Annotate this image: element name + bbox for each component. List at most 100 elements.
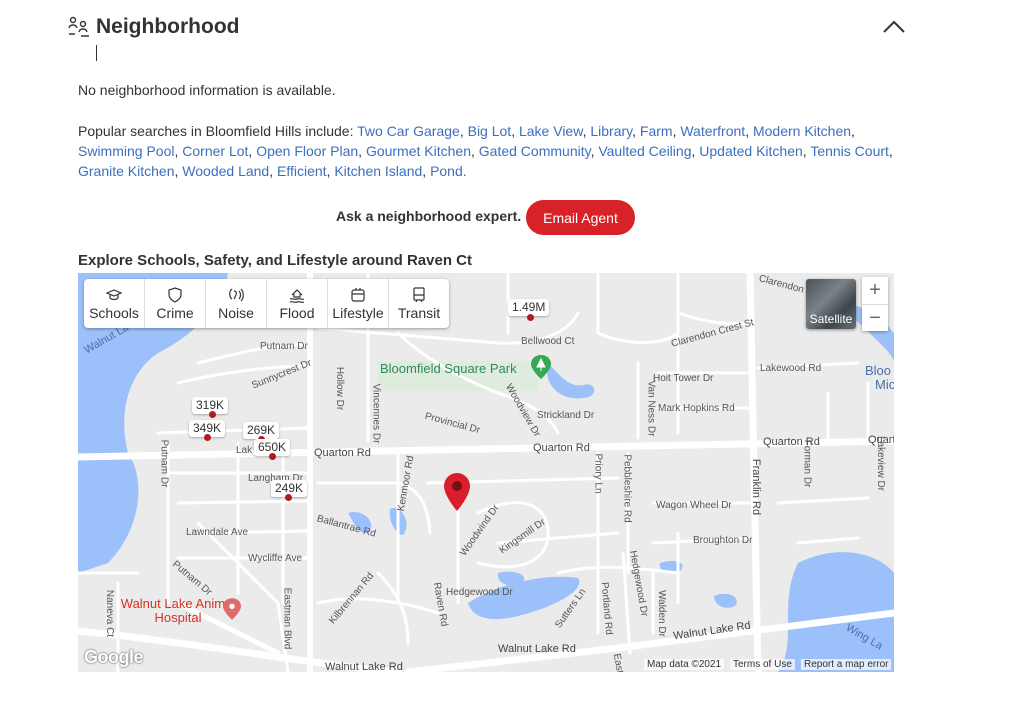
street-label: Bloo <box>865 363 892 378</box>
tool-crime[interactable]: Crime <box>145 279 206 328</box>
popular-search-link[interactable]: Vaulted Ceiling <box>598 143 691 159</box>
tool-label: Schools <box>89 304 139 321</box>
street-label: Broughton Dr <box>693 535 753 546</box>
street-label: Hedgewood Dr <box>446 587 513 598</box>
popular-search-link[interactable]: Updated Kitchen <box>699 143 803 159</box>
popular-search-link[interactable]: Tennis Court <box>810 143 889 159</box>
shield-icon <box>168 286 182 303</box>
zoom-controls: + − <box>862 277 888 331</box>
popular-search-link[interactable]: Farm <box>640 123 673 139</box>
tool-flood[interactable]: Flood <box>267 279 328 328</box>
street-label: Lak <box>236 445 253 456</box>
street-label: Mic <box>875 377 894 392</box>
popular-search-link[interactable]: Efficient <box>277 163 327 179</box>
popular-search-link[interactable]: Kitchen Island <box>334 163 422 179</box>
tool-label: Crime <box>156 304 194 321</box>
popular-search-link[interactable]: Library <box>590 123 632 139</box>
street-label: Quarton Rd <box>533 442 590 454</box>
popular-search-link[interactable]: Pond. <box>430 163 467 179</box>
email-agent-button[interactable]: Email Agent <box>526 200 635 235</box>
text-cursor <box>96 45 97 61</box>
tool-schools[interactable]: Schools <box>84 279 145 328</box>
google-logo: Google <box>84 647 144 667</box>
popular-search-link[interactable]: Granite Kitchen <box>78 163 175 179</box>
lifestyle-icon <box>351 287 365 302</box>
price-dot <box>527 314 534 321</box>
no-info-text: No neighborhood information is available… <box>78 82 336 98</box>
explore-title: Explore Schools, Safety, and Lifestyle a… <box>78 252 472 269</box>
street-label: Lakewood Rd <box>760 363 822 374</box>
price-dot <box>269 453 276 460</box>
street-label: Lawndale Ave <box>186 527 249 538</box>
park-pin-icon[interactable] <box>531 355 551 379</box>
zoom-in-button[interactable]: + <box>862 277 888 305</box>
street-label: Walnut Lake Rd <box>325 661 403 672</box>
popular-search-link[interactable]: Lake View <box>519 123 583 139</box>
tool-label: Lifestyle <box>332 304 384 321</box>
school-icon <box>106 288 122 300</box>
street-label: Putnam Dr <box>260 341 308 352</box>
street-label: Pebbleshire Rd <box>621 454 633 523</box>
park-label[interactable]: Bloomfield Square Park <box>380 361 517 376</box>
hospital-label[interactable]: Walnut Lake Animal Hospital <box>118 597 238 625</box>
popular-search-link[interactable]: Two Car Garage <box>357 123 460 139</box>
popular-search-link[interactable]: Corner Lot <box>182 143 248 159</box>
tool-transit[interactable]: Transit <box>389 279 449 328</box>
street-label: Wycliffe Ave <box>248 553 303 564</box>
tool-label: Flood <box>279 304 315 321</box>
street-label: Strickland Dr <box>537 410 595 421</box>
street-label: Lakeview Dr <box>875 435 887 492</box>
street-label: Walden Dr <box>655 590 667 637</box>
street-label: Hollow Dr <box>334 366 346 411</box>
satellite-toggle[interactable]: Satellite <box>806 279 856 329</box>
tool-label: Noise <box>218 304 254 321</box>
popular-prefix: Popular searches in Bloomfield Hills inc… <box>78 123 358 139</box>
neighborhood-icon <box>68 16 89 37</box>
street-label: Bellwood Ct <box>521 336 575 347</box>
street-label: Mark Hopkins Rd <box>658 403 735 414</box>
price-dot <box>209 411 216 418</box>
satellite-label: Satellite <box>809 312 853 326</box>
ask-expert-text: Ask a neighborhood expert. <box>336 208 522 224</box>
popular-search-link[interactable]: Gourmet Kitchen <box>366 143 471 159</box>
map-data-credit: Map data ©2021 <box>644 659 725 670</box>
flood-icon <box>289 288 305 303</box>
price-dot <box>285 494 292 501</box>
popular-search-link[interactable]: Swimming Pool <box>78 143 174 159</box>
zoom-out-button[interactable]: − <box>862 305 888 332</box>
tool-label: Transit <box>397 304 441 321</box>
street-label: Vincennes Dr <box>370 383 382 444</box>
tool-noise[interactable]: Noise <box>206 279 267 328</box>
report-error-link[interactable]: Report a map error <box>801 659 892 670</box>
section-header: Neighborhood <box>66 14 239 40</box>
popular-search-link[interactable]: Open Floor Plan <box>256 143 358 159</box>
street-label: Hoit Tower Dr <box>653 373 714 384</box>
street-label: Putnam Dr <box>158 439 170 488</box>
popular-search-link[interactable]: Waterfront <box>680 123 745 139</box>
popular-search-link[interactable]: Wooded Land <box>182 163 269 179</box>
popular-searches: Popular searches in Bloomfield Hills inc… <box>78 123 893 179</box>
property-marker-icon[interactable] <box>444 473 470 511</box>
map[interactable]: Quarton Rd Quarton Rd Quarton Rd Quart W… <box>78 273 894 672</box>
street-label: Franklin Rd <box>750 458 763 516</box>
tool-lifestyle[interactable]: Lifestyle <box>328 279 389 328</box>
popular-search-link[interactable]: Big Lot <box>468 123 512 139</box>
street-label: Quarton Rd <box>314 447 371 459</box>
chevron-up-icon[interactable] <box>882 16 906 36</box>
street-label: Walnut Lake Rd <box>498 643 576 655</box>
street-label: Forman Dr <box>801 439 813 488</box>
terms-link[interactable]: Terms of Use <box>730 659 795 670</box>
street-label: Priory Ln <box>592 453 604 494</box>
price-dot <box>204 434 211 441</box>
section-title: Neighborhood <box>96 15 240 38</box>
street-label: Van Ness Dr <box>645 380 657 437</box>
popular-search-link[interactable]: Gated Community <box>479 143 591 159</box>
map-layer-toolbar: Schools Crime Noise Flood Lifestyle Tran… <box>84 279 449 328</box>
street-label: Naneva Ct <box>104 589 116 638</box>
popular-search-link[interactable]: Modern Kitchen <box>753 123 851 139</box>
street-label: Eastman Blvd <box>281 587 293 650</box>
noise-icon <box>229 288 244 301</box>
street-label: Wagon Wheel Dr <box>656 500 732 511</box>
hospital-pin-icon[interactable] <box>223 597 241 621</box>
transit-icon <box>413 286 425 302</box>
